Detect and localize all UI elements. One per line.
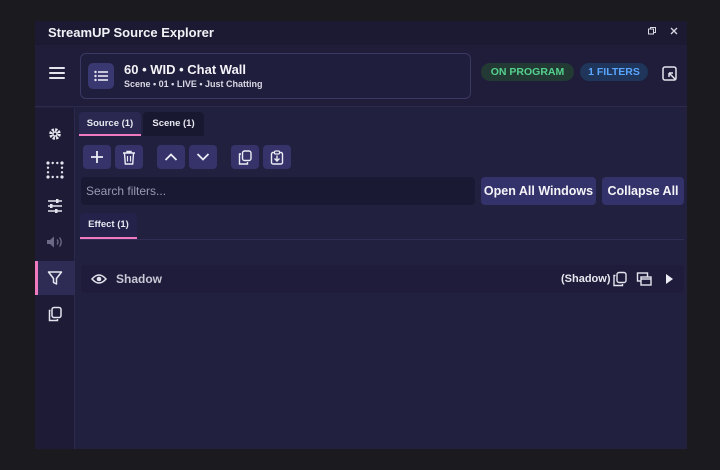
title-bar: StreamUP Source Explorer [35, 21, 687, 45]
eye-icon[interactable] [91, 272, 107, 286]
restore-icon[interactable] [645, 26, 659, 40]
chevron-down-icon [196, 153, 210, 161]
open-external-icon[interactable] [661, 65, 679, 83]
expand-arrow-icon[interactable] [661, 271, 677, 287]
transform-grid-icon [46, 161, 64, 179]
tab-divider [80, 239, 684, 240]
window-title: StreamUP Source Explorer [48, 25, 214, 40]
gear-icon [49, 128, 61, 140]
list-icon [88, 63, 114, 89]
source-title: 60 • WID • Chat Wall [124, 62, 247, 77]
hamburger-icon[interactable] [49, 67, 65, 81]
copy-icon [238, 149, 252, 165]
source-card[interactable]: 60 • WID • Chat Wall Scene • 01 • LIVE •… [80, 53, 471, 99]
sidebar-item-audio[interactable] [35, 225, 75, 259]
paste-icon [270, 149, 284, 165]
tab-source-filters[interactable]: Source (1) [79, 112, 141, 136]
sidebar-item-properties[interactable] [35, 189, 75, 223]
filters-panel: Source (1) Scene (1) Open All Windows Co… [76, 108, 687, 449]
close-icon[interactable] [667, 26, 681, 40]
filter-row-shadow[interactable]: Shadow (Shadow) [81, 265, 684, 293]
sidebar [35, 108, 75, 449]
add-filter-button[interactable] [83, 145, 111, 169]
app-window: StreamUP Source Explorer 60 • WID • Chat… [35, 21, 687, 449]
copy-icon [48, 306, 62, 322]
duplicate-icon[interactable] [612, 271, 628, 287]
remove-filter-button[interactable] [115, 145, 143, 169]
sidebar-item-transform[interactable] [35, 153, 75, 187]
copy-filters-button[interactable] [231, 145, 259, 169]
on-program-badge: ON PROGRAM [481, 63, 574, 81]
sidebar-item-copy[interactable] [35, 297, 75, 331]
tab-scene-filters[interactable]: Scene (1) [143, 112, 204, 136]
window-icon[interactable] [636, 271, 652, 287]
chevron-up-icon [164, 153, 178, 161]
paste-filters-button[interactable] [263, 145, 291, 169]
search-filters-input[interactable] [81, 177, 475, 205]
tab-effect-filters[interactable]: Effect (1) [80, 213, 137, 239]
open-all-windows-button[interactable]: Open All Windows [481, 177, 596, 205]
trash-icon [123, 150, 135, 165]
sidebar-item-settings[interactable] [35, 117, 75, 151]
source-subtitle: Scene • 01 • LIVE • Just Chatting [124, 79, 263, 89]
collapse-all-button[interactable]: Collapse All [602, 177, 684, 205]
filter-name: Shadow [116, 272, 163, 286]
speaker-icon [47, 236, 62, 248]
filters-count-badge[interactable]: 1 FILTERS [580, 63, 648, 81]
move-down-button[interactable] [189, 145, 217, 169]
sidebar-item-filters[interactable] [35, 261, 75, 295]
filter-type: (Shadow) [561, 273, 611, 285]
filter-icon [47, 271, 63, 285]
sliders-icon [48, 199, 62, 213]
move-up-button[interactable] [157, 145, 185, 169]
add-icon [91, 151, 103, 163]
